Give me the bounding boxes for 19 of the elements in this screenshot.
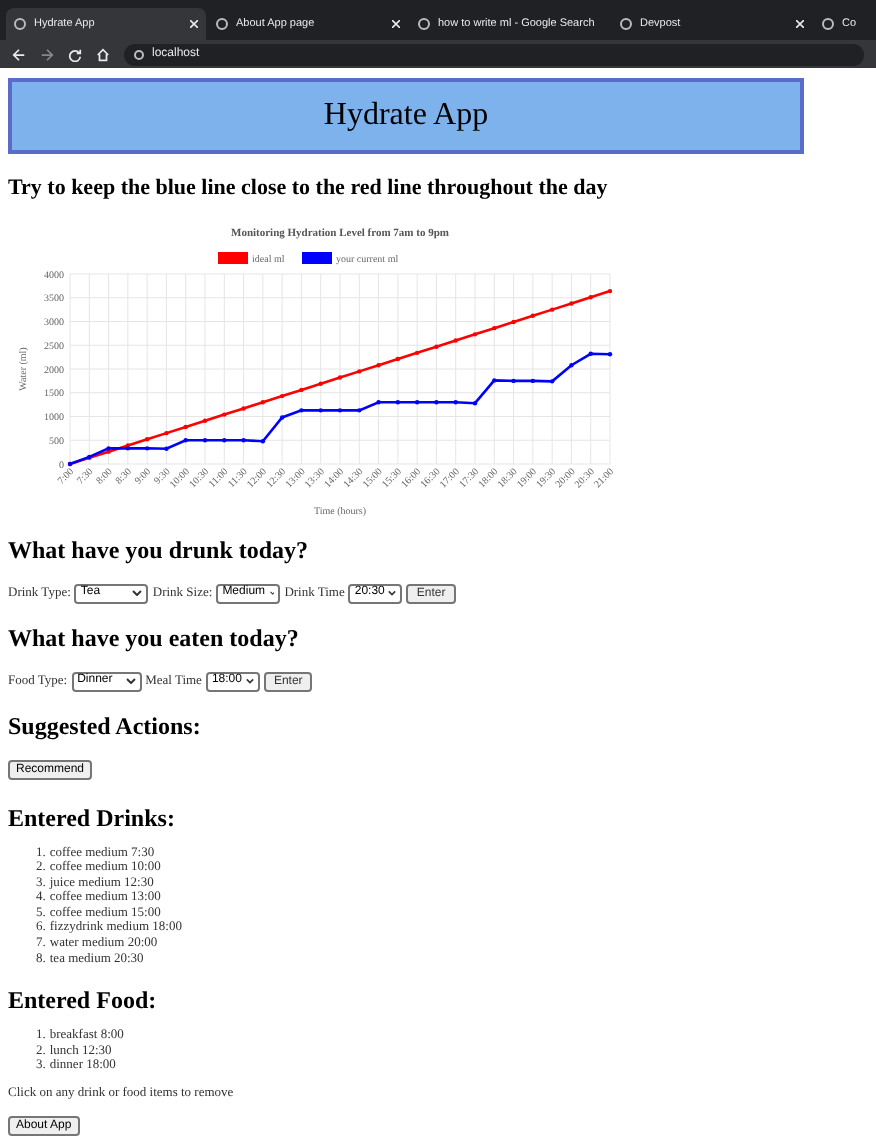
section-heading: What have you eaten today? — [8, 621, 301, 655]
chevron-down-icon — [245, 678, 254, 684]
back-arrow-icon[interactable] — [12, 47, 26, 61]
close-icon[interactable] — [392, 20, 400, 28]
chevron-down-icon — [388, 590, 397, 596]
reload-icon[interactable] — [68, 47, 82, 61]
close-icon[interactable] — [796, 20, 804, 28]
home-icon[interactable] — [96, 47, 110, 61]
close-icon[interactable] — [190, 20, 198, 28]
section-heading: Entered Food: — [8, 984, 159, 1019]
section-heading: Entered Drinks: — [8, 801, 177, 835]
app-title: Hydrate App — [323, 96, 489, 136]
section-heading: Suggested Actions: — [8, 709, 203, 743]
forward-arrow-icon[interactable] — [40, 47, 54, 61]
intro-text: Try to keep the blue line close to the red line throughout the day — [8, 174, 610, 204]
chevron-down-icon — [132, 590, 143, 596]
section-heading: What have you drunk today? — [8, 533, 311, 567]
chevron-down-icon — [269, 590, 275, 596]
chevron-down-icon — [125, 678, 136, 684]
